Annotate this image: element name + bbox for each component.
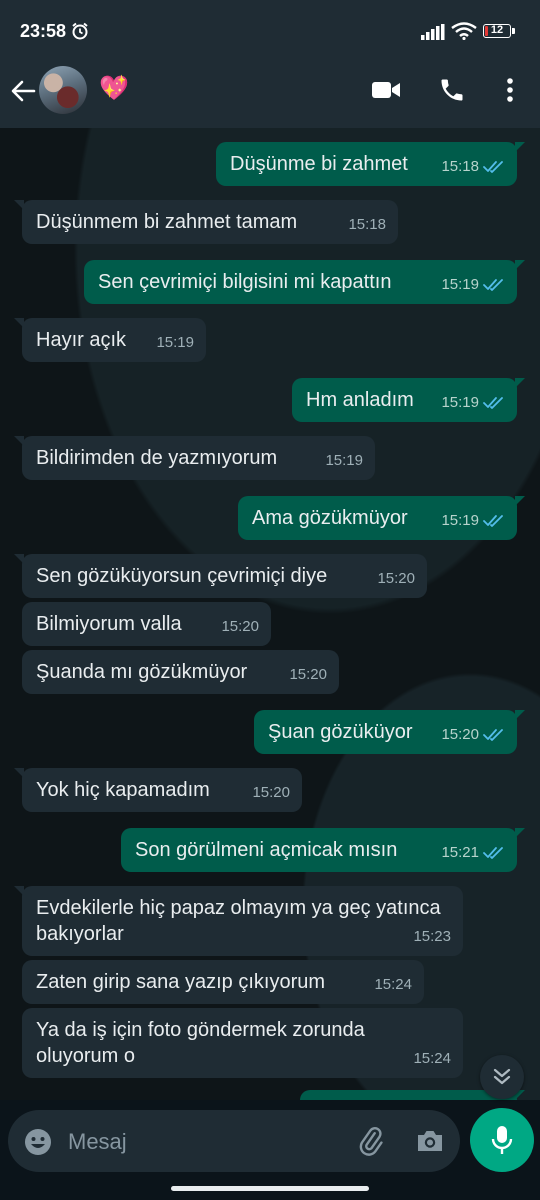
- message-time: 15:20: [221, 618, 259, 635]
- wifi-icon: [451, 22, 477, 40]
- message-time: 15:20: [441, 726, 479, 743]
- message-text: Son görülmeni açmicak mısın: [135, 839, 398, 861]
- emoji-icon[interactable]: [24, 1128, 52, 1156]
- message-time: 15:24: [374, 976, 412, 993]
- message-input[interactable]: [66, 1124, 340, 1160]
- incoming-message[interactable]: Ya da iş için foto göndermek zorunda olu…: [22, 1008, 463, 1078]
- message-text: Ama gözükmüyor: [252, 507, 408, 529]
- message-meta: 15:20: [221, 614, 259, 640]
- message-text: Yok hiç kapamadım: [36, 779, 210, 801]
- message-text: Düşünmem bi zahmet tamam: [36, 211, 298, 233]
- message-meta: 15:24: [374, 972, 412, 998]
- message-meta: 15:19: [441, 508, 505, 534]
- battery-tip: [512, 28, 515, 34]
- message-meta: 15:20: [441, 722, 505, 748]
- message-time: 15:18: [348, 216, 386, 233]
- outgoing-message[interactable]: Son görülmeni açmicak mısın 15:21: [121, 828, 525, 872]
- message-text: Bilmiyorum valla: [36, 613, 182, 635]
- outgoing-message[interactable]: Şuan gözüküyor 15:20: [254, 710, 525, 754]
- alarm-icon: [72, 22, 88, 40]
- battery-percent: 12: [490, 24, 504, 36]
- message-meta: 15:18: [348, 212, 386, 238]
- message-time: 15:21: [441, 844, 479, 861]
- message-meta: 15:24: [413, 1046, 451, 1072]
- message-text: Şuanda mı gözükmüyor: [36, 661, 248, 683]
- scroll-to-bottom-button[interactable]: [480, 1055, 524, 1099]
- message-time: 15:23: [413, 928, 451, 945]
- incoming-message[interactable]: Hayır açık 15:19: [14, 318, 206, 362]
- mic-icon: [491, 1126, 513, 1154]
- incoming-message[interactable]: Bilmiyorum valla 15:20: [22, 602, 271, 646]
- incoming-message[interactable]: Bildirimden de yazmıyorum 15:19: [14, 436, 375, 480]
- message-meta: 15:19: [441, 272, 505, 298]
- message-text: Evdekilerle hiç papaz olmayım ya geç yat…: [36, 897, 441, 945]
- incoming-message[interactable]: Yok hiç kapamadım 15:20: [14, 768, 302, 812]
- home-indicator: [171, 1186, 369, 1191]
- video-call-icon[interactable]: [371, 78, 401, 102]
- message-meta: 15:20: [289, 662, 327, 688]
- more-options-icon[interactable]: [498, 76, 522, 104]
- read-receipt-icon: [479, 844, 505, 861]
- message-meta: 15:19: [325, 448, 363, 474]
- incoming-message[interactable]: Evdekilerle hiç papaz olmayım ya geç yat…: [14, 886, 463, 956]
- signal-icon: [421, 24, 445, 40]
- outgoing-message[interactable]: Düşünme bi zahmet 15:18: [216, 142, 525, 186]
- voice-record-button[interactable]: [470, 1108, 534, 1172]
- message-meta: 15:20: [252, 780, 290, 806]
- message-text: Şuan gözüküyor: [268, 721, 413, 743]
- message-time: 15:19: [156, 334, 194, 351]
- message-meta: 15:18: [441, 154, 505, 180]
- message-meta: 15:20: [377, 566, 415, 592]
- message-meta: 15:19: [441, 390, 505, 416]
- message-text: Sen gözüküyorsun çevrimiçi diye: [36, 565, 328, 587]
- contact-name[interactable]: 💖: [99, 76, 129, 102]
- status-time: 23:58: [20, 21, 67, 41]
- message-text: Hayır açık: [36, 329, 127, 351]
- camera-icon[interactable]: [415, 1127, 445, 1155]
- read-receipt-icon: [479, 512, 505, 529]
- message-text: Ya da iş için foto göndermek zorunda olu…: [36, 1019, 365, 1067]
- message-time: 15:19: [441, 394, 479, 411]
- battery-icon: 12: [483, 24, 511, 38]
- outgoing-message[interactable]: Ama gözükmüyor 15:19: [238, 496, 525, 540]
- read-receipt-icon: [479, 276, 505, 293]
- back-arrow-icon[interactable]: [10, 78, 36, 104]
- chat-header: 💖: [0, 62, 540, 128]
- message-meta: 15:19: [156, 330, 194, 356]
- message-time: 15:20: [252, 784, 290, 801]
- chevron-double-down-icon: [493, 1068, 511, 1085]
- read-receipt-icon: [479, 726, 505, 743]
- message-time: 15:19: [325, 452, 363, 469]
- read-receipt-icon: [479, 158, 505, 175]
- message-text: Bildirimden de yazmıyorum: [36, 447, 278, 469]
- outgoing-message[interactable]: Hm anladım 15:19: [292, 378, 525, 422]
- message-time: 15:20: [377, 570, 415, 587]
- contact-avatar[interactable]: [39, 66, 87, 114]
- message-time: 15:20: [289, 666, 327, 683]
- message-text: Zaten girip sana yazıp çıkıyorum: [36, 971, 326, 993]
- message-text: Sen çevrimiçi bilgisini mi kapattın: [98, 271, 392, 293]
- status-bar: 23:58 12: [0, 0, 540, 62]
- outgoing-message[interactable]: Sen çevrimiçi bilgisini mi kapattın 15:19: [84, 260, 525, 304]
- message-time: 15:24: [413, 1050, 451, 1067]
- incoming-message[interactable]: Düşünmem bi zahmet tamam 15:18: [14, 200, 398, 244]
- message-time: 15:19: [441, 512, 479, 529]
- message-composer: [8, 1110, 460, 1172]
- incoming-message[interactable]: Sen gözüküyorsun çevrimiçi diye 15:20: [14, 554, 427, 598]
- message-list[interactable]: Düşünme bi zahmet 15:18 Düşünmem bi zahmet…: [0, 128, 540, 1100]
- message-time: 15:19: [441, 276, 479, 293]
- attach-icon[interactable]: [356, 1126, 386, 1156]
- voice-call-icon[interactable]: [438, 76, 466, 104]
- message-meta: 15:23: [413, 924, 451, 950]
- message-text: Düşünme bi zahmet: [230, 153, 408, 175]
- incoming-message[interactable]: Zaten girip sana yazıp çıkıyorum 15:24: [22, 960, 424, 1004]
- read-receipt-icon: [479, 394, 505, 411]
- message-time: 15:18: [441, 158, 479, 175]
- incoming-message[interactable]: Şuanda mı gözükmüyor 15:20: [22, 650, 339, 694]
- message-meta: 15:21: [441, 840, 505, 866]
- message-text: Hm anladım: [306, 389, 414, 411]
